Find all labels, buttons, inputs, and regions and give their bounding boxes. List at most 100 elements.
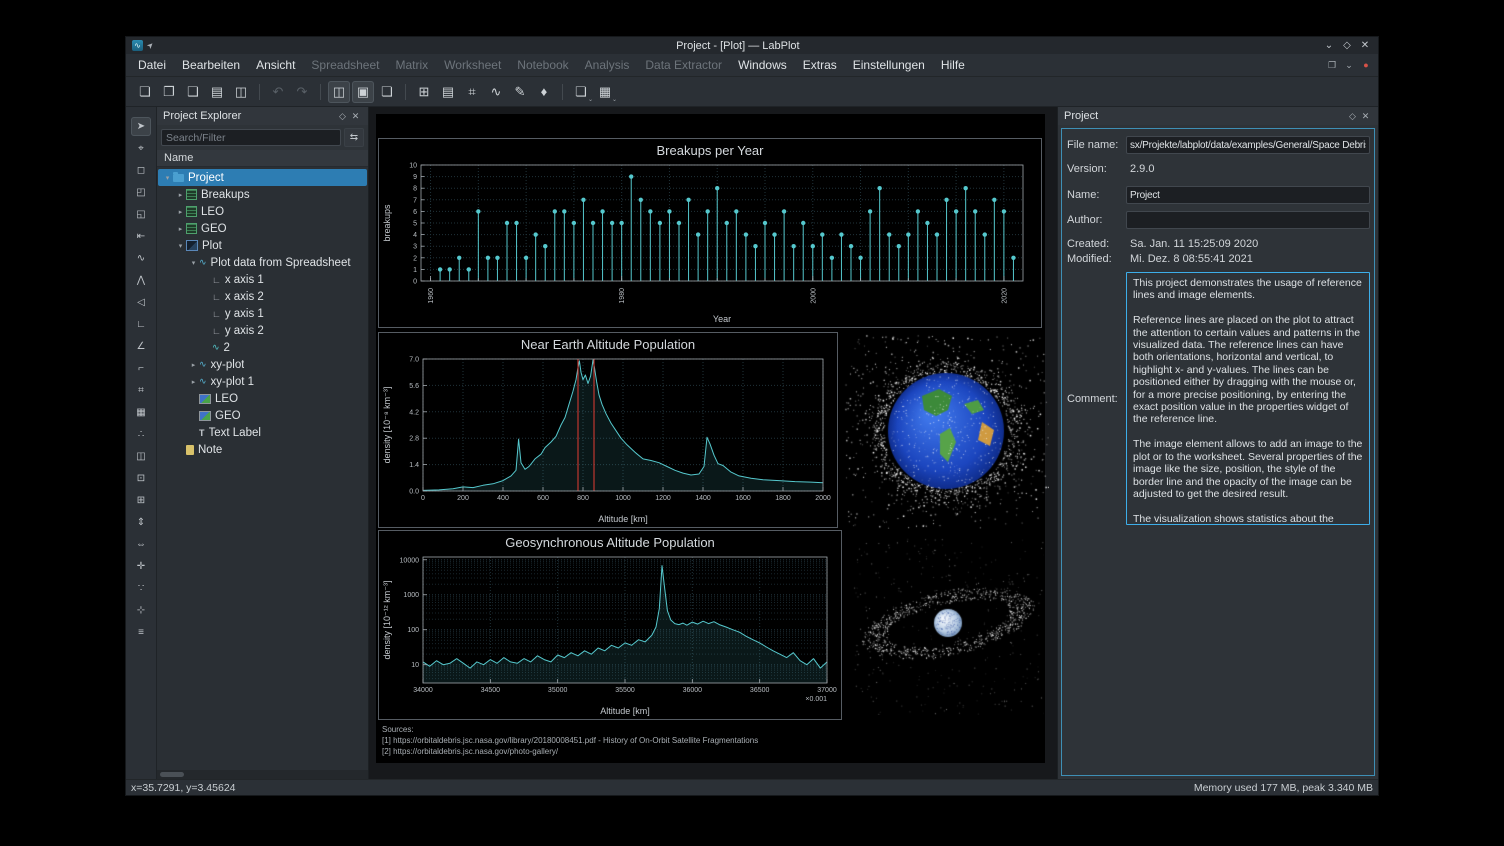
- menu-extras[interactable]: Extras: [795, 56, 845, 74]
- grid-button[interactable]: ⌗: [461, 81, 483, 103]
- menu-spreadsheet[interactable]: Spreadsheet: [303, 56, 387, 74]
- close-properties-icon[interactable]: ✕: [1359, 111, 1372, 122]
- add-element-tool[interactable]: ✛: [131, 557, 151, 576]
- restore-window-icon[interactable]: ❐: [1326, 60, 1338, 71]
- single-view-toggle[interactable]: ❏: [376, 81, 398, 103]
- select-tool[interactable]: ➤: [131, 117, 151, 136]
- horizontal-scrollbar[interactable]: [157, 770, 368, 779]
- menu-hilfe[interactable]: Hilfe: [933, 56, 973, 74]
- filter-options-button[interactable]: ⇆: [344, 128, 364, 147]
- expander-icon[interactable]: ▾: [162, 174, 173, 182]
- tree-item-project[interactable]: ▾Project: [158, 169, 367, 186]
- near-earth-altitude-plot[interactable]: Near Earth Altitude Populationdensity [1…: [378, 332, 838, 528]
- close-panel-icon[interactable]: ✕: [349, 111, 362, 122]
- float-panel-icon[interactable]: ◇: [336, 111, 349, 122]
- menu-analysis[interactable]: Analysis: [577, 56, 638, 74]
- expander-icon[interactable]: ▸: [175, 208, 186, 216]
- export-worksheet-button[interactable]: ❏⌄: [570, 81, 592, 103]
- tree-item-x-axis-2[interactable]: x axis 2: [158, 288, 367, 305]
- shade-window-icon[interactable]: ⌄: [1343, 60, 1355, 71]
- curve-button[interactable]: ∿: [485, 81, 507, 103]
- tree-item-geo[interactable]: GEO: [158, 407, 367, 424]
- tree-item-note[interactable]: Note: [158, 441, 367, 458]
- tree-item-y-axis-2[interactable]: y axis 2: [158, 322, 367, 339]
- menu-datei[interactable]: Datei: [130, 56, 174, 74]
- tile-subwindows-toggle[interactable]: ◫: [328, 81, 350, 103]
- add-plot-button[interactable]: ⊞: [413, 81, 435, 103]
- color-drop-button[interactable]: ♦: [533, 81, 555, 103]
- star-points-tool[interactable]: ⊹: [131, 601, 151, 620]
- tree-item-2[interactable]: 2: [158, 339, 367, 356]
- float-properties-icon[interactable]: ◇: [1346, 111, 1359, 122]
- tree-item-leo[interactable]: ▸LEO: [158, 203, 367, 220]
- grid-tool[interactable]: ⌗: [131, 381, 151, 400]
- project-name-input[interactable]: [1126, 186, 1370, 204]
- image-tool[interactable]: ▦: [131, 403, 151, 422]
- menu-data-extractor[interactable]: Data Extractor: [637, 56, 730, 74]
- tree-item-x-axis-1[interactable]: x axis 1: [158, 271, 367, 288]
- geo-debris-ring-image[interactable]: [852, 538, 1044, 715]
- close-window-icon[interactable]: ●: [1360, 60, 1372, 71]
- print-preview-button[interactable]: ◫: [230, 81, 252, 103]
- search-input[interactable]: [161, 129, 341, 146]
- menu-einstellungen[interactable]: Einstellungen: [845, 56, 933, 74]
- peak-tool[interactable]: ⋀: [131, 271, 151, 290]
- zoom-y-select-tool[interactable]: ◱: [131, 205, 151, 224]
- worksheet-page[interactable]: Breakups per YearbreakupsYear01234567891…: [376, 114, 1045, 763]
- box-tool[interactable]: ⊡: [131, 469, 151, 488]
- curve-tool[interactable]: ∿: [131, 249, 151, 268]
- expander-icon[interactable]: ▾: [188, 259, 199, 267]
- corner-axis-tool[interactable]: ⌐: [131, 359, 151, 378]
- undo-button[interactable]: ↶: [267, 81, 289, 103]
- crosshair-tool[interactable]: ⌖: [131, 139, 151, 158]
- name-column-header[interactable]: Name: [157, 150, 368, 167]
- vertical-resize-tool[interactable]: ⇕: [131, 513, 151, 532]
- points-tool[interactable]: ∴: [131, 425, 151, 444]
- cascade-subwindows-toggle[interactable]: ▣: [352, 81, 374, 103]
- geosynchronous-altitude-plot[interactable]: Geosynchronous Altitude Populationdensit…: [378, 530, 842, 720]
- menu-ansicht[interactable]: Ansicht: [248, 56, 303, 74]
- expander-icon[interactable]: ▸: [175, 191, 186, 199]
- open-project-button[interactable]: ❐: [158, 81, 180, 103]
- list-view-button[interactable]: ▤: [437, 81, 459, 103]
- shade-window-button[interactable]: ⌄: [1322, 40, 1336, 51]
- expander-icon[interactable]: ▸: [188, 361, 199, 369]
- redo-button[interactable]: ↷: [291, 81, 313, 103]
- new-notebook-button[interactable]: ▦⌄: [594, 81, 616, 103]
- shift-left-tool[interactable]: ⇤: [131, 227, 151, 246]
- author-input[interactable]: [1126, 211, 1370, 229]
- draw-button[interactable]: ✎: [509, 81, 531, 103]
- add-plot-tool[interactable]: ⊞: [131, 491, 151, 510]
- tree-item-plot[interactable]: ▾Plot: [158, 237, 367, 254]
- save-project-button[interactable]: ❑: [182, 81, 204, 103]
- menu-matrix[interactable]: Matrix: [387, 56, 436, 74]
- close-window-button[interactable]: ✕: [1358, 40, 1372, 51]
- back-tool[interactable]: ◁: [131, 293, 151, 312]
- tree-item-xy-plot[interactable]: ▸xy-plot: [158, 356, 367, 373]
- earth-debris-image[interactable]: [844, 334, 1049, 529]
- menu-worksheet[interactable]: Worksheet: [436, 56, 509, 74]
- tree-item-text-label[interactable]: Text Label: [158, 424, 367, 441]
- tree-item-leo[interactable]: LEO: [158, 390, 367, 407]
- split-view-tool[interactable]: ◫: [131, 447, 151, 466]
- tree-item-xy-plot-1[interactable]: ▸xy-plot 1: [158, 373, 367, 390]
- zoom-select-tool[interactable]: ◻: [131, 161, 151, 180]
- expander-icon[interactable]: ▸: [175, 225, 186, 233]
- comment-input[interactable]: This project demonstrates the usage of r…: [1126, 272, 1370, 525]
- print-button[interactable]: ▤: [206, 81, 228, 103]
- new-project-button[interactable]: ❏: [134, 81, 156, 103]
- keep-above-button[interactable]: ◇: [1340, 40, 1354, 51]
- tree-item-breakups[interactable]: ▸Breakups: [158, 186, 367, 203]
- menu-bearbeiten[interactable]: Bearbeiten: [174, 56, 248, 74]
- expander-icon[interactable]: ▸: [188, 378, 199, 386]
- dots-tool[interactable]: ∵: [131, 579, 151, 598]
- tree-item-plot-data-from-spreadsheet[interactable]: ▾Plot data from Spreadsheet: [158, 254, 367, 271]
- axis-tool[interactable]: ∟: [131, 315, 151, 334]
- tree-item-geo[interactable]: ▸GEO: [158, 220, 367, 237]
- expander-icon[interactable]: ▾: [175, 242, 186, 250]
- titlebar[interactable]: ∿ ➤ Project - [Plot] — LabPlot ⌄ ◇ ✕: [126, 37, 1378, 54]
- file-name-input[interactable]: [1126, 136, 1370, 154]
- breakups-per-year-plot[interactable]: Breakups per YearbreakupsYear01234567891…: [378, 138, 1042, 328]
- tree-item-y-axis-1[interactable]: y axis 1: [158, 305, 367, 322]
- angle-tool[interactable]: ∠: [131, 337, 151, 356]
